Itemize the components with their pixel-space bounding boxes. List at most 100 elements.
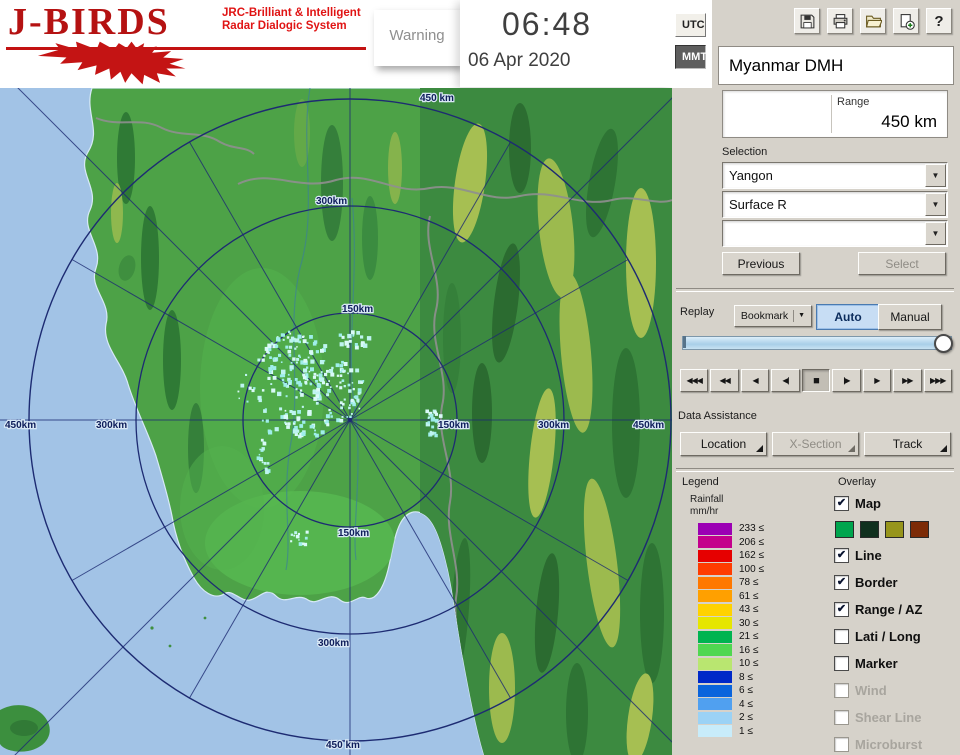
checkbox[interactable]: ✔ [834, 548, 849, 563]
timeline-thumb[interactable] [934, 334, 953, 353]
chevron-down-icon[interactable]: ▼ [925, 164, 946, 187]
chevron-down-icon[interactable]: ▼ [925, 222, 946, 245]
save-icon [800, 14, 814, 28]
legend-value-label: 61 ≤ [739, 590, 759, 602]
overlay-item-microburst[interactable]: Microburst [834, 731, 958, 755]
overlay-item-line[interactable]: ✔ Line [834, 542, 958, 569]
overlay-item-border[interactable]: ✔ Border [834, 569, 958, 596]
dropdown-value: Surface R [729, 197, 787, 212]
print-icon [833, 13, 847, 28]
svg-text:300km: 300km [538, 420, 569, 431]
bookmark-button[interactable]: Bookmark ▼ [734, 305, 812, 327]
playback-stop-button[interactable]: ■ [801, 369, 831, 392]
legend-scale: 233 ≤206 ≤ 162 ≤100 ≤ 78 ≤61 ≤ 43 ≤30 ≤ 21 ≤… [698, 522, 764, 738]
playback-step-forward-button[interactable]: |▶ [832, 369, 861, 392]
legend-color-swatch [698, 603, 732, 616]
overlay-item-wind[interactable]: Wind [834, 677, 958, 704]
legend-row: 1 ≤ [698, 725, 764, 739]
chevron-down-icon[interactable]: ▼ [925, 193, 946, 216]
checkbox[interactable] [834, 710, 849, 725]
legend-value-label: 100 ≤ [739, 563, 764, 575]
playback-play-button[interactable]: ▶ [862, 369, 892, 392]
logo-title: J-BIRDS [8, 1, 170, 43]
legend-row: 78 ≤ [698, 576, 764, 590]
playback-rewind-full-button[interactable]: ◀◀◀ [680, 369, 709, 392]
map-style-swatch[interactable] [860, 521, 879, 538]
playback-play-reverse-button[interactable]: ◀ [740, 369, 770, 392]
separator [676, 288, 954, 292]
legend-row: 206 ≤ [698, 536, 764, 550]
warning-button[interactable]: Warning [374, 10, 460, 66]
map-style-swatch[interactable] [885, 521, 904, 538]
svg-text:450km: 450km [633, 420, 664, 431]
checkbox[interactable] [834, 683, 849, 698]
legend-color-swatch [698, 536, 732, 549]
map-style-swatch[interactable] [910, 521, 929, 538]
clock: 06:48 06 Apr 2020 [460, 0, 672, 87]
overlay-item-marker[interactable]: Marker [834, 650, 958, 677]
svg-text:150km: 150km [342, 304, 373, 315]
checkbox[interactable] [834, 629, 849, 644]
legend-row: 10 ≤ [698, 657, 764, 671]
selection-dropdown-product[interactable]: Surface R ▼ [722, 191, 948, 218]
open-folder-icon [865, 15, 882, 27]
playback-forward-full-button[interactable]: ▶▶▶ [923, 369, 952, 392]
clock-date: 06 Apr 2020 [468, 50, 571, 71]
legend-value-label: 233 ≤ [739, 523, 764, 535]
print-button[interactable] [827, 8, 853, 34]
playback-step-back-button[interactable]: ◀| [771, 369, 800, 392]
overlay-item-range-az[interactable]: ✔ Range / AZ [834, 596, 958, 623]
select-button[interactable]: Select [858, 252, 946, 275]
export-icon [900, 13, 915, 30]
overlay-item-label: Map [855, 496, 881, 511]
legend-color-swatch [698, 698, 732, 711]
range-value: 450 km [881, 112, 937, 131]
logo-tagline-line1: JRC-Brilliant & Intelligent [222, 7, 361, 19]
playback-rewind-button[interactable]: ◀◀ [710, 369, 739, 392]
selection-label: Selection [722, 146, 768, 158]
overlay-item-map[interactable]: ✔ Map [834, 490, 958, 517]
previous-button[interactable]: Previous [722, 252, 800, 275]
open-folder-button[interactable] [860, 8, 886, 34]
legend-value-label: 162 ≤ [739, 550, 764, 562]
tab-manual[interactable]: Manual [878, 304, 942, 330]
overlay-item-label: Range / AZ [855, 602, 923, 617]
legend-row: 43 ≤ [698, 603, 764, 617]
overlay-item-shear-line[interactable]: Shear Line [834, 704, 958, 731]
checkbox[interactable]: ✔ [834, 496, 849, 511]
svg-text:450 km: 450 km [420, 93, 454, 104]
checkbox[interactable] [834, 737, 849, 752]
tab-auto[interactable]: Auto [816, 304, 880, 330]
checkbox[interactable] [834, 656, 849, 671]
selection-dropdown-site[interactable]: Yangon ▼ [722, 162, 948, 189]
x-section-button[interactable]: X-Section [772, 432, 859, 456]
radar-map[interactable]: 450 km 300km 150km 450km 300km 150km 300km 450k… [0, 88, 672, 755]
station-name: Myanmar DMH [729, 55, 844, 75]
utc-button[interactable]: UTC [675, 13, 706, 37]
checkbox[interactable]: ✔ [834, 602, 849, 617]
help-button[interactable]: ? [926, 8, 952, 34]
legend-color-swatch [698, 630, 732, 643]
legend-color-swatch [698, 576, 732, 589]
map-canvas: 450 km 300km 150km 450km 300km 150km 300km 450k… [0, 88, 672, 755]
playback-fast-forward-button[interactable]: ▶▶ [893, 369, 922, 392]
export-button[interactable] [893, 8, 919, 34]
legend-value-label: 6 ≤ [739, 685, 753, 697]
map-style-swatches [835, 517, 958, 542]
selection-dropdown-extra[interactable]: ▼ [722, 220, 948, 247]
map-style-swatch[interactable] [835, 521, 854, 538]
replay-label: Replay [680, 306, 715, 318]
location-button[interactable]: Location [680, 432, 767, 456]
legend-color-swatch [698, 684, 732, 697]
legend-value-label: 206 ≤ [739, 536, 764, 548]
overlay-item-label: Lati / Long [855, 629, 921, 644]
timeline-slider[interactable] [682, 334, 953, 353]
legend-color-swatch [698, 549, 732, 562]
checkbox[interactable]: ✔ [834, 575, 849, 590]
save-button[interactable] [794, 8, 820, 34]
overlay-item-lati-long[interactable]: Lati / Long [834, 623, 958, 650]
track-button[interactable]: Track [864, 432, 951, 456]
mmt-button[interactable]: MMT [675, 45, 707, 69]
range-display: Range 450 km [722, 90, 948, 138]
legend-color-swatch [698, 725, 732, 738]
